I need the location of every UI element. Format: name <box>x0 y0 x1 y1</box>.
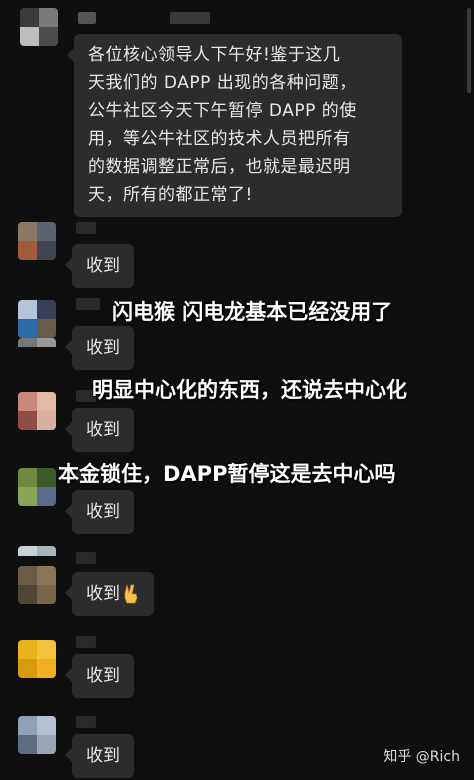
overlay-caption: 本金锁住，DAPP暂停这是去中心吗 <box>58 462 396 486</box>
message-line: 公牛社区今天下午暂停 DAPP 的使 <box>88 101 357 121</box>
avatar[interactable] <box>18 468 56 506</box>
avatar[interactable] <box>18 222 56 260</box>
avatar[interactable] <box>18 716 56 754</box>
message-text: 收到 <box>86 666 120 686</box>
message-line: 的数据调整正常后，也就是最迟明 <box>88 157 351 177</box>
message-line: 天我们的 DAPP 出现的各种问题， <box>88 73 357 93</box>
message-line: 用，等公牛社区的技术人员把所有 <box>88 129 351 149</box>
message-text: 收到 <box>86 256 120 276</box>
avatar[interactable] <box>18 640 56 678</box>
message-bubble[interactable]: 收到 <box>65 734 134 778</box>
message-bubble[interactable]: 收到 <box>65 490 134 534</box>
message-line: 各位核心领导人下午好!鉴于这几 <box>88 45 341 65</box>
sender-name-blurred <box>78 12 96 24</box>
message-bubble[interactable]: 收到 <box>65 244 134 288</box>
overlay-caption: 明显中心化的东西，还说去中心化 <box>92 378 407 402</box>
sender-name-blurred <box>76 716 96 728</box>
message-text: 收到 <box>86 338 120 358</box>
avatar[interactable] <box>20 8 58 46</box>
sender-name-blurred <box>76 636 96 648</box>
avatar[interactable] <box>18 300 56 338</box>
message-text: 收到 <box>86 584 120 604</box>
message-text: 收到 <box>86 420 120 440</box>
avatar[interactable] <box>18 338 56 356</box>
sender-name-blurred <box>76 222 96 234</box>
message-bubble[interactable]: 收到 <box>65 654 134 698</box>
avatar[interactable] <box>18 392 56 430</box>
message-bubble[interactable]: 收到 <box>65 572 154 616</box>
watermark: 知乎 @Rich <box>383 749 460 765</box>
scrollbar[interactable] <box>467 8 471 93</box>
avatar[interactable] <box>18 566 56 604</box>
victory-hand-icon <box>122 584 140 604</box>
message-text: 收到 <box>86 746 120 766</box>
announcement-message-bubble[interactable]: 各位核心领导人下午好!鉴于这几 天我们的 DAPP 出现的各种问题， 公牛社区今… <box>67 34 402 217</box>
message-bubble[interactable]: 收到 <box>65 408 134 452</box>
sender-name-blurred <box>170 12 210 24</box>
sender-name-blurred <box>76 552 96 564</box>
message-text: 收到 <box>86 502 120 522</box>
sender-name-blurred <box>76 298 100 310</box>
message-bubble[interactable]: 收到 <box>65 326 134 370</box>
avatar[interactable] <box>18 546 56 566</box>
overlay-caption: 闪电猴 闪电龙基本已经没用了 <box>112 300 393 324</box>
message-line: 天，所有的都正常了! <box>88 185 253 205</box>
